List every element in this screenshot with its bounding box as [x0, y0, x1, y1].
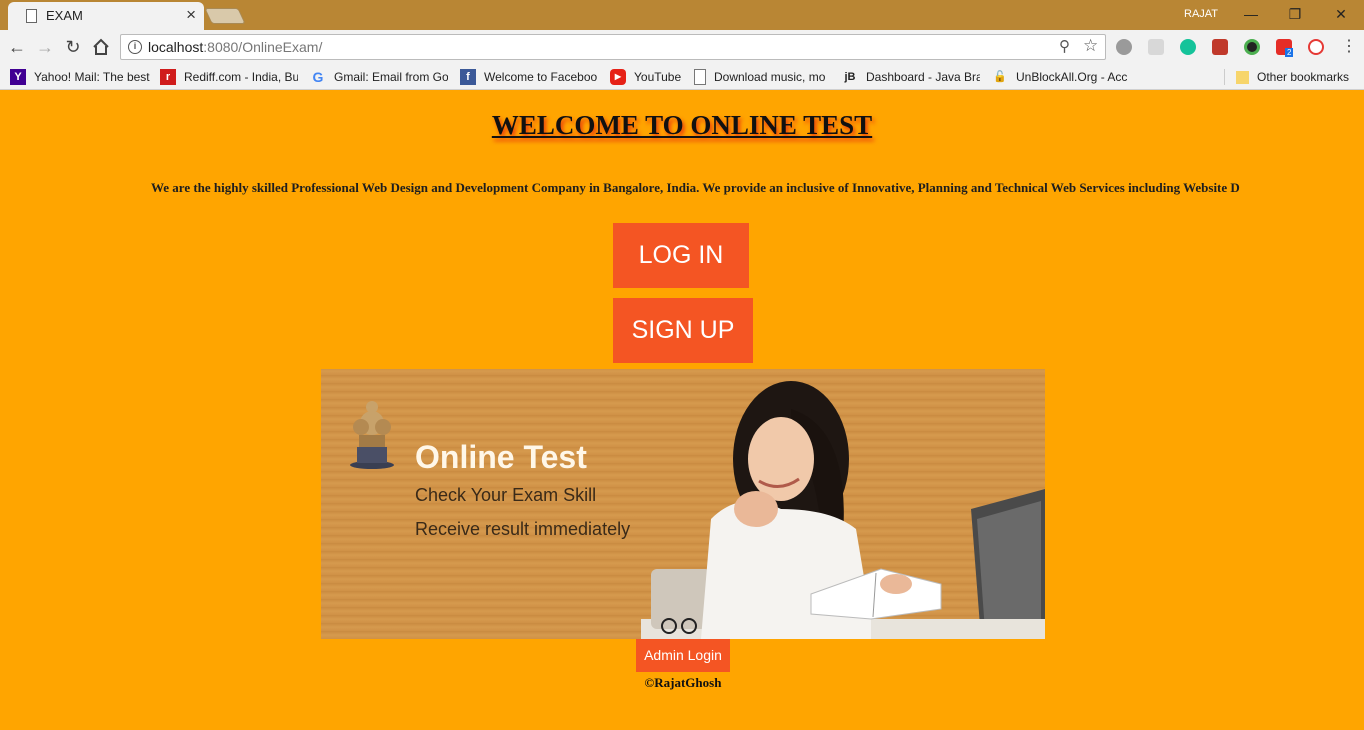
folder-icon	[1236, 70, 1249, 84]
scrolling-marquee: We are the highly skilled Professional W…	[151, 180, 1240, 195]
browser-tab[interactable]: EXAM ×	[8, 2, 204, 30]
bookmark-item[interactable]: ▶ YouTube	[610, 68, 686, 86]
page-title: WELCOME TO ONLINE TEST	[491, 110, 873, 140]
browser-toolbar: ← → ↻ i localhost:8080/OnlineExam/ ⚲ ☆ 2…	[0, 30, 1364, 64]
admin-login-button[interactable]: Admin Login	[636, 639, 730, 672]
bookmark-item[interactable]: r Rediff.com - India, Bu	[160, 68, 298, 86]
bookmark-item[interactable]: Y Yahoo! Mail: The best	[10, 68, 150, 86]
url-text[interactable]: localhost:8080/OnlineExam/	[148, 39, 322, 55]
bookmark-label: Dashboard - Java Bra	[866, 70, 980, 84]
restore-icon[interactable]: ❐	[1280, 4, 1310, 24]
grammarly-icon[interactable]	[1180, 39, 1196, 55]
browser-titlebar: EXAM × RAJAT — ❐ ✕	[0, 0, 1364, 30]
address-bar[interactable]: i localhost:8080/OnlineExam/ ⚲ ☆	[120, 34, 1106, 60]
close-window-icon[interactable]: ✕	[1326, 4, 1356, 24]
emblem-icon	[350, 401, 394, 469]
copyright-text: ©RajatGhosh	[644, 675, 722, 690]
extension-red-icon[interactable]	[1212, 39, 1228, 55]
bookmarks-bar: Y Yahoo! Mail: The best r Rediff.com - I…	[0, 64, 1364, 90]
bookmark-item[interactable]: 🔓 UnBlockAll.Org - Acc	[992, 68, 1130, 86]
youtube-icon: ▶	[610, 69, 626, 85]
bookmark-item[interactable]: Download music, mo	[694, 68, 830, 86]
bookmark-label: Download music, mo	[714, 70, 826, 84]
back-icon[interactable]: ←	[6, 36, 28, 58]
bookmark-item[interactable]: G Gmail: Email from Go	[310, 68, 448, 86]
bookmark-label: YouTube	[634, 70, 682, 84]
extension-color-icon[interactable]	[1244, 39, 1260, 55]
tab-title: EXAM	[46, 8, 83, 23]
profile-name[interactable]: RAJAT	[1184, 8, 1218, 20]
banner-subtitle-2: Receive result immediately	[415, 519, 631, 539]
page-icon	[694, 69, 706, 85]
javabrains-icon: jB	[844, 71, 856, 83]
online-test-banner: Online Test Check Your Exam Skill Receiv…	[321, 369, 1045, 639]
bookmark-label: UnBlockAll.Org - Acc	[1016, 70, 1128, 84]
extension-badge: 2	[1285, 48, 1294, 57]
bookmark-label: Welcome to Faceboo	[484, 70, 598, 84]
bookmark-item[interactable]: jB Dashboard - Java Bra	[842, 68, 981, 86]
extension-puzzle-icon[interactable]	[1148, 39, 1164, 55]
extension-badge-icon[interactable]: 2	[1276, 39, 1294, 57]
google-icon: G	[312, 69, 324, 85]
bookmark-star-icon[interactable]: ☆	[1083, 36, 1098, 56]
bookmarks-divider	[1224, 69, 1225, 85]
banner-subtitle-1: Check Your Exam Skill	[415, 485, 597, 505]
blocker-icon[interactable]	[1308, 39, 1324, 55]
reload-icon[interactable]: ↻	[62, 36, 84, 58]
student-illustration	[641, 381, 1045, 639]
site-info-icon[interactable]: i	[128, 40, 142, 54]
menu-icon[interactable]: ⋮	[1338, 36, 1360, 58]
yahoo-icon: Y	[10, 69, 26, 85]
close-tab-icon[interactable]: ×	[186, 6, 196, 24]
rediff-icon: r	[160, 69, 176, 85]
facebook-icon: f	[460, 69, 476, 85]
banner-title: Online Test	[415, 439, 587, 475]
login-button[interactable]: LOG IN	[613, 223, 749, 288]
new-tab-button[interactable]	[204, 8, 246, 24]
minimize-icon[interactable]: —	[1236, 4, 1266, 24]
bookmark-label: Yahoo! Mail: The best	[34, 70, 150, 84]
signup-button[interactable]: SIGN UP	[613, 298, 753, 363]
bookmark-label: Gmail: Email from Go	[334, 70, 448, 84]
page-icon	[26, 9, 37, 23]
bookmark-item[interactable]: f Welcome to Faceboo	[460, 68, 598, 86]
other-bookmarks[interactable]: Other bookmarks	[1236, 68, 1356, 86]
zoom-icon[interactable]: ⚲	[1059, 37, 1070, 55]
forward-icon[interactable]: →	[34, 36, 56, 58]
extension-icon[interactable]	[1116, 39, 1132, 55]
unlock-icon: 🔓	[993, 71, 1007, 83]
bookmark-label: Rediff.com - India, Bu	[184, 70, 298, 84]
other-bookmarks-label: Other bookmarks	[1257, 70, 1350, 84]
home-icon[interactable]	[90, 36, 112, 58]
